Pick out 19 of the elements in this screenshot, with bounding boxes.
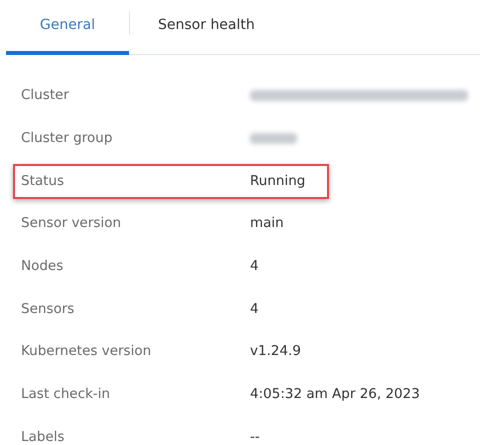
field-value: -- [250, 428, 260, 445]
field-value: main [250, 215, 284, 232]
field-label: Sensor version [20, 215, 122, 232]
field-label: Last check-in [20, 386, 112, 402]
field-label: Sensors [20, 300, 76, 317]
tab[interactable]: Sensor health [130, 0, 283, 54]
field-label: Cluster [20, 87, 70, 104]
field-label: Labels [20, 428, 66, 445]
field-value: 4:05:32 am Apr 26, 2023 [250, 386, 420, 402]
field-label: Kubernetes version [20, 343, 152, 360]
field-value: 4 [250, 300, 259, 317]
field-value: Running [250, 172, 306, 189]
field-label: Cluster group [20, 130, 114, 146]
field-label: Nodes [20, 258, 64, 274]
tab[interactable]: General [6, 0, 129, 54]
redacted-value [250, 132, 297, 144]
field-value: 4 [250, 258, 259, 274]
field-value: v1.24.9 [250, 343, 301, 360]
field-label: Status [20, 172, 66, 189]
